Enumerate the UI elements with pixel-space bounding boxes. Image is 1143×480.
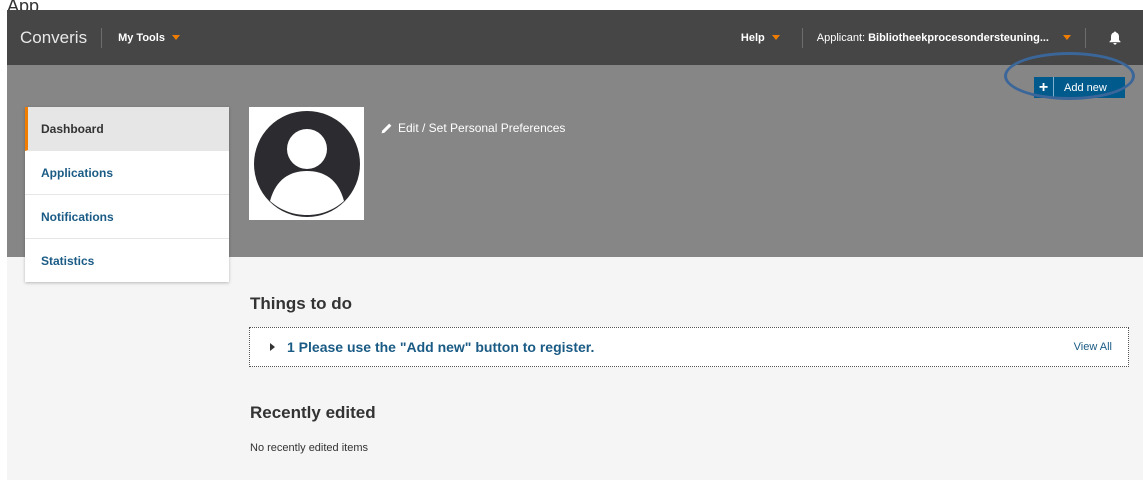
avatar[interactable] [249,107,364,220]
annotation-highlight-ring [1004,52,1135,100]
caret-down-icon [171,35,180,40]
brand-logo[interactable]: Converis [20,28,87,48]
todo-list-item[interactable]: 1 Please use the "Add new" button to reg… [249,327,1129,367]
pencil-icon [381,123,392,133]
my-tools-menu[interactable]: My Tools [118,32,180,44]
sidebar-item-label: Dashboard [41,121,104,136]
applicant-prefix: Applicant: [816,31,866,44]
todo-item-text[interactable]: 1 Please use the "Add new" button to reg… [287,339,594,355]
divider [1085,27,1086,48]
sidebar-item-label: Statistics [41,254,95,268]
app-frame: Converis My Tools Help Applicant: Biblio… [7,10,1143,480]
caret-down-icon [771,35,780,40]
sidebar-item-notifications[interactable]: Notifications [25,195,229,239]
view-all-link[interactable]: View All [1074,341,1112,353]
sidebar-nav: Dashboard Applications Notifications Sta… [25,107,229,282]
my-tools-label: My Tools [118,31,165,44]
sidebar-item-applications[interactable]: Applications [25,151,229,195]
expand-arrow-icon[interactable] [270,343,275,351]
edit-preferences-label: Edit / Set Personal Preferences [398,121,566,135]
edit-preferences-link[interactable]: Edit / Set Personal Preferences [381,121,565,135]
sidebar-item-label: Applications [41,165,114,180]
top-navigation-bar: Converis My Tools Help Applicant: Biblio… [7,10,1143,65]
recently-edited-empty-text: No recently edited items [250,442,368,454]
divider [101,27,103,48]
bell-icon [1109,31,1121,45]
sidebar-item-dashboard[interactable]: Dashboard [25,107,229,151]
applicant-menu[interactable]: Applicant: Bibliotheekprocesondersteunin… [817,32,1071,44]
recently-edited-title: Recently edited [250,403,376,422]
things-to-do-title: Things to do [250,294,352,313]
help-label: Help [740,31,765,44]
divider [801,27,803,48]
sidebar-item-label: Notifications [41,209,114,224]
help-menu[interactable]: Help [741,32,780,44]
user-avatar-icon [253,110,360,217]
applicant-name: Bibliotheekprocesondersteuning... [868,31,1049,44]
caret-down-icon [1063,35,1071,40]
sidebar-item-statistics[interactable]: Statistics [25,239,229,283]
